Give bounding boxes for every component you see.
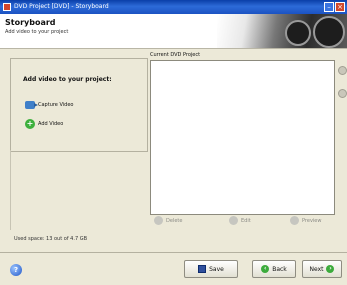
next-label: Next bbox=[309, 265, 324, 273]
delete-label: Delete bbox=[166, 217, 183, 224]
disk-usage-status: Used space: 13 out of 4.7 GB bbox=[14, 236, 88, 242]
add-video-icon: + bbox=[25, 119, 35, 129]
edit-button[interactable]: Edit bbox=[229, 216, 251, 225]
window-titlebar: DVD Project [DVD] - Storyboard – × bbox=[0, 0, 347, 14]
preview-icon bbox=[290, 216, 299, 225]
preview-label: Preview bbox=[302, 217, 322, 224]
capture-video-link[interactable]: Capture Video bbox=[25, 101, 73, 109]
capture-video-label: Capture Video bbox=[38, 102, 74, 108]
close-button[interactable]: × bbox=[335, 2, 345, 12]
page-subtitle: Add video to your project bbox=[5, 29, 69, 35]
edit-label: Edit bbox=[241, 217, 251, 224]
delete-icon bbox=[154, 216, 163, 225]
delete-button[interactable]: Delete bbox=[154, 216, 182, 225]
window-controls: – × bbox=[324, 2, 345, 12]
project-storyboard-area[interactable] bbox=[150, 60, 335, 215]
move-down-icon[interactable] bbox=[338, 89, 347, 98]
preview-button[interactable]: Preview bbox=[290, 216, 321, 225]
add-video-panel: Add video to your project: Capture Video… bbox=[10, 58, 148, 152]
film-reel-icon bbox=[285, 20, 311, 46]
window-title: DVD Project [DVD] - Storyboard bbox=[14, 3, 109, 10]
save-button[interactable]: Save bbox=[184, 260, 238, 278]
footer-divider bbox=[0, 252, 347, 253]
app-icon bbox=[3, 3, 11, 11]
back-arrow-icon: ‹ bbox=[261, 265, 270, 273]
help-button[interactable]: ? bbox=[10, 264, 22, 276]
add-video-title: Add video to your project: bbox=[23, 76, 112, 83]
camera-icon bbox=[25, 101, 38, 109]
film-reel-icon bbox=[313, 16, 345, 48]
back-label: Back bbox=[272, 265, 287, 273]
left-lower-area bbox=[10, 150, 147, 230]
edit-icon bbox=[229, 216, 238, 225]
minimize-button[interactable]: – bbox=[324, 2, 334, 12]
back-button[interactable]: ‹ Back bbox=[252, 260, 296, 278]
add-video-link[interactable]: + Add Video bbox=[25, 119, 63, 129]
add-video-label: Add Video bbox=[38, 121, 64, 127]
floppy-disk-icon bbox=[198, 265, 207, 273]
wizard-header: Storyboard Add video to your project bbox=[0, 14, 347, 49]
film-reel-banner bbox=[217, 14, 347, 48]
side-controls bbox=[338, 66, 347, 112]
project-label: Current DVD Project bbox=[150, 52, 201, 58]
page-title: Storyboard bbox=[5, 18, 56, 27]
move-up-icon[interactable] bbox=[338, 66, 347, 75]
next-arrow-icon: › bbox=[326, 265, 335, 273]
save-label: Save bbox=[209, 265, 224, 273]
next-button[interactable]: Next › bbox=[302, 260, 342, 278]
